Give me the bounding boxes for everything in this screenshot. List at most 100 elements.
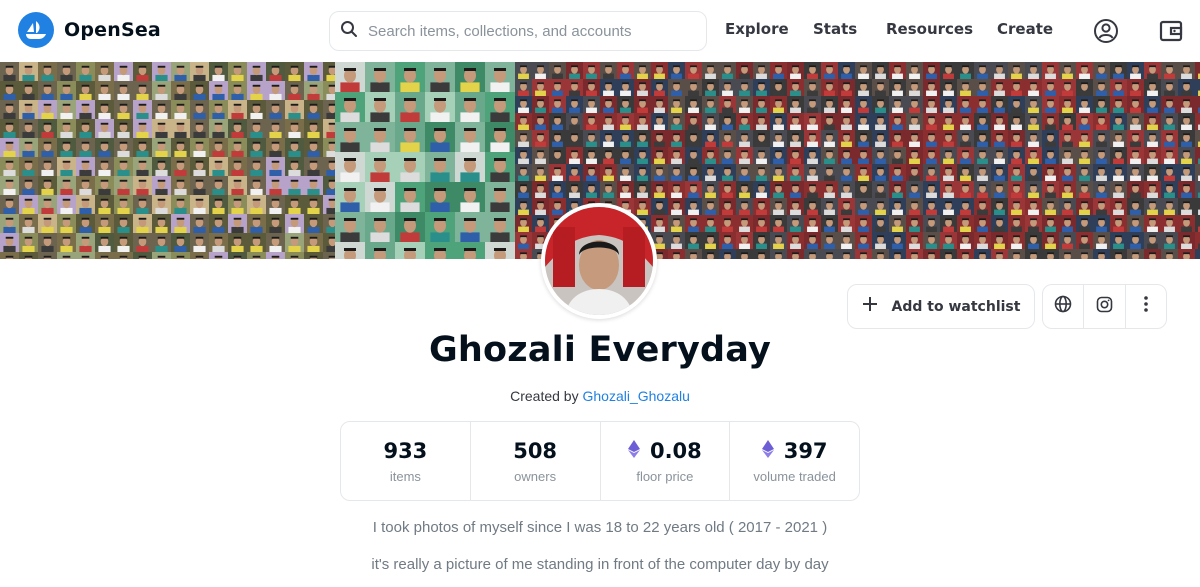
- banner-photo-tile: [634, 181, 651, 198]
- banner-photo-tile: [855, 96, 872, 113]
- creator-link[interactable]: Ghozali_Ghozalu: [582, 388, 689, 404]
- banner-photo-tile: [1178, 232, 1195, 249]
- banner-photo-tile: [304, 119, 323, 138]
- banner-photo-tile: [685, 130, 702, 147]
- banner-photo-tile: [821, 113, 838, 130]
- banner-photo-tile: [685, 198, 702, 215]
- instagram-button[interactable]: [1083, 285, 1124, 328]
- banner-photo-tile: [335, 242, 365, 259]
- banner-photo-tile: [1008, 164, 1025, 181]
- banner-photo-tile: [991, 130, 1008, 147]
- top-navigation-bar: OpenSea Explore Stats Resources Create: [0, 0, 1200, 62]
- banner-photo-tile: [702, 113, 719, 130]
- opensea-logo[interactable]: OpenSea: [18, 12, 161, 48]
- banner-photo-tile: [1195, 164, 1200, 181]
- banner-photo-tile: [600, 164, 617, 181]
- banner-photo-tile: [425, 152, 455, 182]
- banner-photo-tile: [617, 79, 634, 96]
- banner-photo-tile: [872, 232, 889, 249]
- banner-photo-tile: [566, 147, 583, 164]
- banner-photo-tile: [190, 195, 209, 214]
- banner-photo-tile: [209, 81, 228, 100]
- banner-photo-tile: [485, 152, 515, 182]
- banner-photo-tile: [821, 62, 838, 79]
- banner-photo-tile: [485, 212, 515, 242]
- banner-photo-tile: [285, 119, 304, 138]
- banner-photo-tile: [1008, 198, 1025, 215]
- wallet-icon[interactable]: [1157, 17, 1185, 45]
- stat-items[interactable]: 933 items: [341, 422, 470, 500]
- banner-photo-tile: [787, 96, 804, 113]
- banner-photo-tile: [1110, 147, 1127, 164]
- banner-photo-tile: [133, 119, 152, 138]
- banner-photo-tile: [906, 232, 923, 249]
- banner-photo-tile: [1059, 96, 1076, 113]
- banner-photo-tile: [1178, 96, 1195, 113]
- banner-photo-tile: [991, 198, 1008, 215]
- banner-photo-tile: [719, 130, 736, 147]
- banner-photo-tile: [335, 152, 365, 182]
- banner-photo-tile: [906, 181, 923, 198]
- banner-photo-tile: [668, 147, 685, 164]
- banner-photo-tile: [668, 113, 685, 130]
- banner-photo-tile: [940, 96, 957, 113]
- banner-photo-tile: [190, 157, 209, 176]
- stat-label: items: [389, 468, 421, 484]
- more-options-button[interactable]: [1124, 285, 1166, 328]
- banner-photo-tile: [1178, 215, 1195, 232]
- banner-photo-tile: [855, 215, 872, 232]
- banner-photo-tile: [0, 100, 19, 119]
- banner-photo-tile: [57, 233, 76, 252]
- stat-floor-price[interactable]: 0.08 floor price: [599, 422, 730, 500]
- banner-photo-tile: [114, 176, 133, 195]
- stat-volume-traded[interactable]: 397 volume traded: [729, 422, 859, 500]
- banner-photo-tile: [651, 181, 668, 198]
- banner-photo-tile: [1195, 249, 1200, 259]
- banner-photo-tile: [617, 181, 634, 198]
- banner-photo-tile: [1042, 62, 1059, 79]
- banner-photo-tile: [940, 249, 957, 259]
- banner-photo-tile: [566, 164, 583, 181]
- banner-photo-tile: [1093, 147, 1110, 164]
- banner-photo-tile: [668, 181, 685, 198]
- banner-photo-tile: [668, 198, 685, 215]
- nav-stats[interactable]: Stats: [813, 20, 857, 38]
- banner-photo-tile: [566, 130, 583, 147]
- banner-photo-tile: [685, 232, 702, 249]
- add-to-watchlist-button[interactable]: Add to watchlist: [847, 284, 1035, 329]
- banner-photo-tile: [1195, 181, 1200, 198]
- banner-photo-tile: [787, 130, 804, 147]
- banner-photo-tile: [1042, 198, 1059, 215]
- nav-explore[interactable]: Explore: [725, 20, 789, 38]
- banner-photo-tile: [957, 147, 974, 164]
- banner-photo-tile: [753, 79, 770, 96]
- collection-avatar: [541, 203, 657, 319]
- banner-photo-tile: [133, 157, 152, 176]
- banner-photo-tile: [1008, 96, 1025, 113]
- nav-create[interactable]: Create: [997, 20, 1053, 38]
- banner-photo-tile: [95, 252, 114, 259]
- banner-photo-tile: [600, 96, 617, 113]
- banner-photo-tile: [838, 164, 855, 181]
- banner-photo-tile: [787, 62, 804, 79]
- website-button[interactable]: [1043, 285, 1083, 328]
- banner-photo-tile: [365, 62, 395, 92]
- profile-icon[interactable]: [1092, 17, 1120, 45]
- search-input[interactable]: [368, 22, 688, 40]
- stat-owners[interactable]: 508 owners: [469, 422, 600, 500]
- banner-photo-tile: [770, 232, 787, 249]
- banner-photo-tile: [209, 176, 228, 195]
- banner-photo-tile: [1127, 147, 1144, 164]
- banner-photo-tile: [1076, 96, 1093, 113]
- banner-photo-tile: [335, 92, 365, 122]
- banner-photo-tile: [532, 79, 549, 96]
- banner-photo-tile: [617, 96, 634, 113]
- nav-resources[interactable]: Resources: [886, 20, 973, 38]
- banner-photo-tile: [1093, 181, 1110, 198]
- banner-photo-tile: [753, 130, 770, 147]
- banner-photo-tile: [940, 79, 957, 96]
- banner-photo-tile: [821, 181, 838, 198]
- banner-photo-tile: [114, 119, 133, 138]
- banner-photo-tile: [515, 198, 532, 215]
- search-bar[interactable]: [329, 11, 707, 51]
